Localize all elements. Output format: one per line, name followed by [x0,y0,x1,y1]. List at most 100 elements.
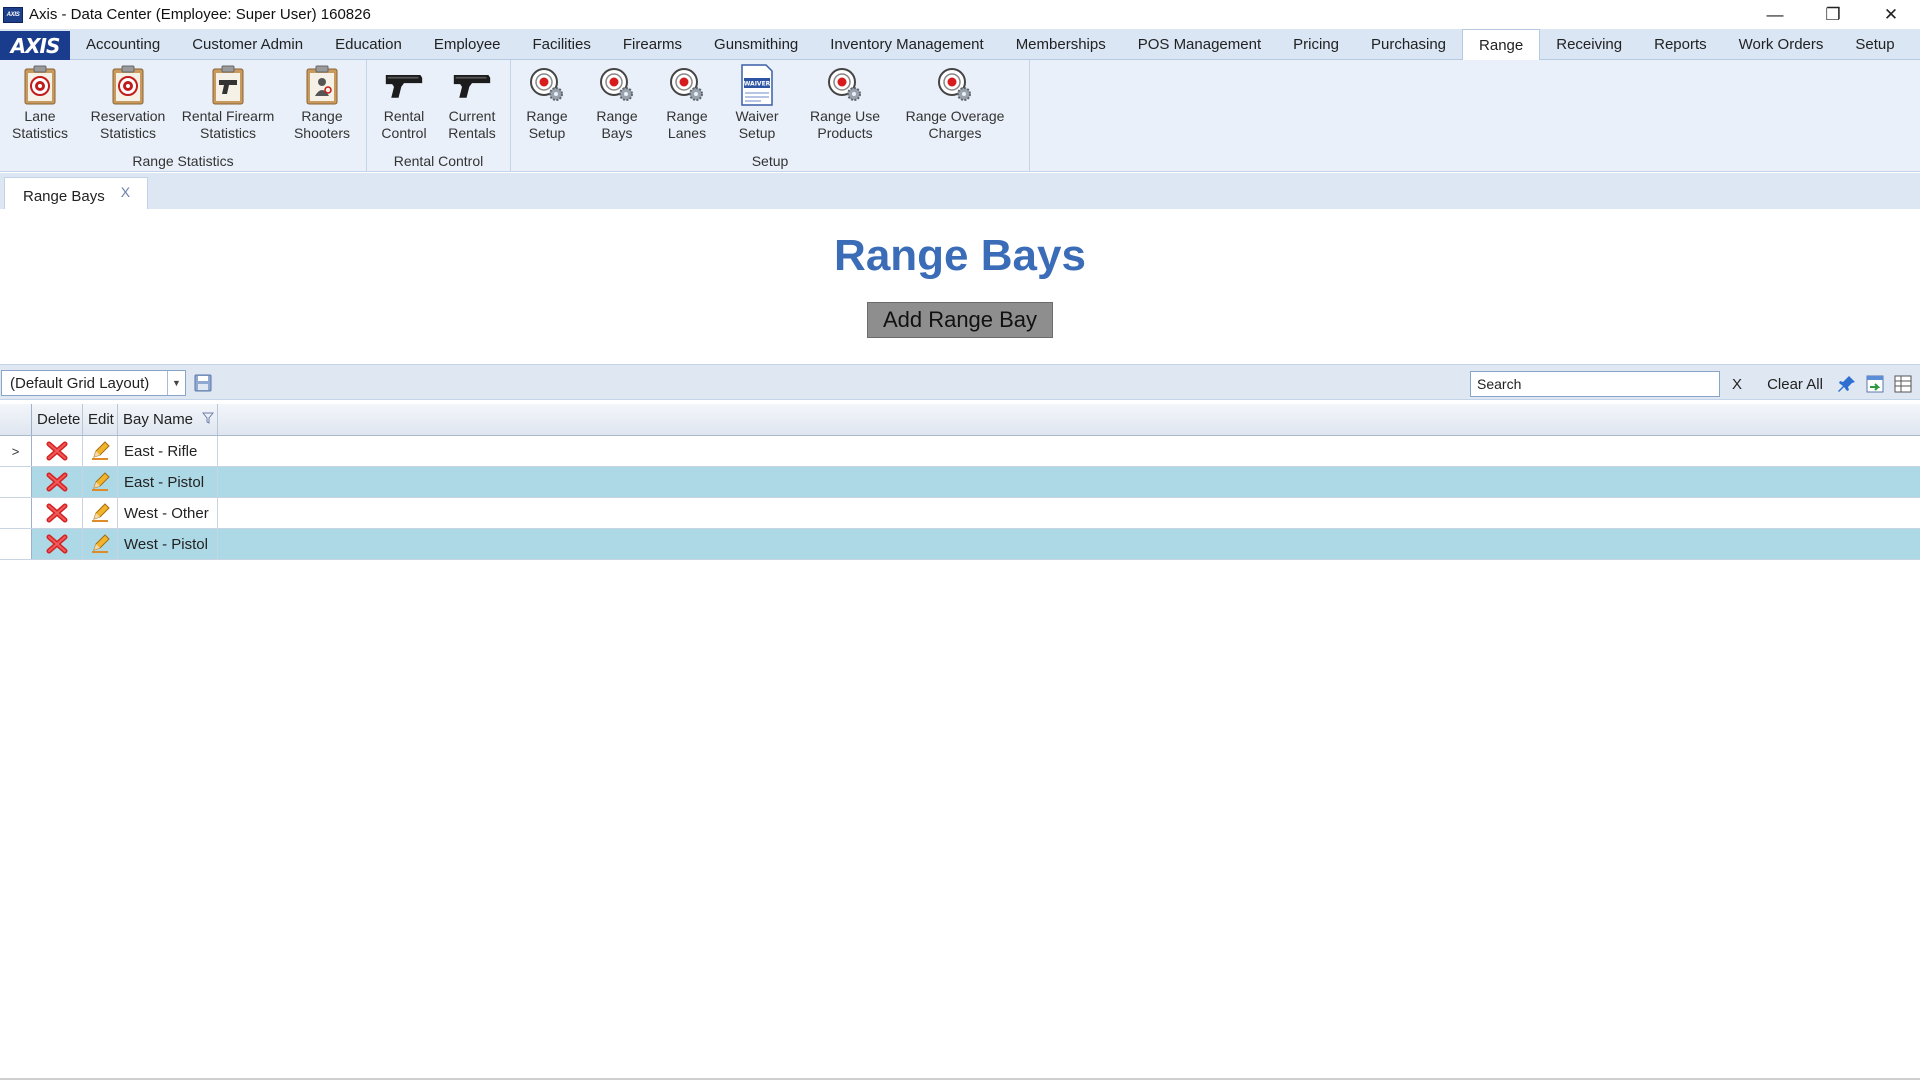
minimize-button[interactable]: — [1746,0,1804,29]
column-header-delete[interactable]: Delete [32,404,83,435]
ribbon-group-label: Setup [751,153,789,169]
ribbon-label: Rental Firearm [181,108,275,124]
table-row[interactable]: East - Pistol [0,467,1920,498]
row-filler [218,498,1920,528]
menu-work-orders[interactable]: Work Orders [1723,29,1840,59]
add-range-bay-button[interactable]: Add Range Bay [867,302,1053,338]
clipboard-target-icon [108,64,148,106]
bay-name-cell[interactable]: West - Other [118,498,218,528]
table-row[interactable]: West - Pistol [0,529,1920,560]
delete-icon[interactable] [32,467,83,497]
menu-receiving[interactable]: Receiving [1540,29,1638,59]
ribbon-label: Range Overage [905,108,1005,124]
menu-customer-admin[interactable]: Customer Admin [176,29,319,59]
rental-control-button[interactable]: Rental Control [371,64,437,142]
window-controls: — ❐ ✕ [1746,0,1920,29]
waiver-document-icon: WAIVER [737,64,777,106]
menu-facilities[interactable]: Facilities [517,29,607,59]
pencil-icon[interactable] [83,498,118,528]
ribbon-label: Range [596,108,638,124]
grid-layout-value: (Default Grid Layout) [10,374,150,392]
grid-toolbar: (Default Grid Layout) ▼ X Clear All [0,364,1920,400]
search-input[interactable] [1470,371,1720,397]
target-gear-icon [935,64,975,106]
lane-statistics-button[interactable]: Lane Statistics [8,64,72,142]
pencil-icon[interactable] [83,529,118,559]
tab-range-bays[interactable]: Range Bays X [4,177,148,209]
main-content: Range Bays Add Range Bay (Default Grid L… [0,209,1920,1080]
menu-firearms[interactable]: Firearms [607,29,698,59]
range-lanes-button[interactable]: Range Lanes [657,64,717,142]
range-use-products-button[interactable]: Range Use Products [805,64,885,142]
menu-memberships[interactable]: Memberships [1000,29,1122,59]
ribbon-group-rental-control: Rental Control Current Rentals Rental Co… [367,60,511,172]
row-indicator[interactable] [0,498,32,528]
ribbon-label: Rental [383,108,425,124]
close-button[interactable]: ✕ [1862,0,1920,29]
save-layout-icon[interactable] [192,372,214,394]
row-indicator[interactable]: > [0,436,32,466]
delete-icon[interactable] [32,436,83,466]
export-icon[interactable] [1864,373,1886,395]
row-indicator[interactable] [0,467,32,497]
ribbon-label: Range [301,108,343,124]
waiver-icon-text: WAIVER [744,81,771,88]
menu-employee[interactable]: Employee [418,29,517,59]
clipboard-target-icon [20,64,60,106]
row-filler [218,529,1920,559]
ribbon-label: Control [381,125,427,141]
grid-layout-select[interactable]: (Default Grid Layout) ▼ [1,370,186,396]
ribbon-label: Reservation [90,108,166,124]
table-row[interactable]: West - Other [0,498,1920,529]
ribbon-label: Charges [928,125,982,141]
menu-accounting[interactable]: Accounting [70,29,176,59]
ribbon-label: Statistics [99,125,156,141]
restore-button[interactable]: ❐ [1804,0,1862,29]
range-setup-button[interactable]: Range Setup [517,64,577,142]
bay-name-cell[interactable]: West - Pistol [118,529,218,559]
page-title: Range Bays [834,231,1086,280]
window-title: Axis - Data Center (Employee: Super User… [29,6,371,23]
clear-all-button[interactable]: Clear All [1756,371,1834,397]
current-rentals-button[interactable]: Current Rentals [439,64,505,142]
range-overage-charges-button[interactable]: Range Overage Charges [899,64,1011,142]
menu-reports[interactable]: Reports [1638,29,1723,59]
target-gear-icon [825,64,865,106]
pencil-icon[interactable] [83,436,118,466]
menu-education[interactable]: Education [319,29,418,59]
bay-name-cell[interactable]: East - Rifle [118,436,218,466]
menu-pos-management[interactable]: POS Management [1122,29,1277,59]
grid-header-filler [218,404,1920,435]
table-row[interactable]: > East - Rifle [0,436,1920,467]
column-chooser-icon[interactable] [1892,373,1914,395]
range-bays-grid: Delete Edit Bay Name > East - Rifle East… [0,404,1920,560]
rental-firearm-statistics-button[interactable]: Rental Firearm Statistics [178,64,278,142]
target-gear-icon [597,64,637,106]
column-header-edit[interactable]: Edit [83,404,118,435]
waiver-setup-button[interactable]: WAIVER Waiver Setup [727,64,787,142]
delete-icon[interactable] [32,498,83,528]
close-icon[interactable]: X [121,184,130,200]
column-header-bay-name[interactable]: Bay Name [118,404,218,435]
menu-inventory-management[interactable]: Inventory Management [814,29,999,59]
range-bays-button[interactable]: Range Bays [587,64,647,142]
row-indicator[interactable] [0,529,32,559]
menu-purchasing[interactable]: Purchasing [1355,29,1462,59]
menu-setup[interactable]: Setup [1839,29,1910,59]
chevron-down-icon[interactable]: ▼ [167,371,185,395]
ribbon-label: Setup [738,125,776,141]
menu-pricing[interactable]: Pricing [1277,29,1355,59]
menu-range[interactable]: Range [1462,29,1541,60]
filter-icon[interactable] [201,411,215,428]
pencil-icon[interactable] [83,467,118,497]
range-shooters-button[interactable]: Range Shooters [288,64,356,142]
ribbon-group-range-statistics: Lane Statistics Reservation Statistics R… [0,60,367,172]
reservation-statistics-button[interactable]: Reservation Statistics [86,64,170,142]
column-header-label: Bay Name [123,411,194,428]
ribbon-label: Setup [528,125,566,141]
pin-icon[interactable] [1836,373,1858,395]
search-clear-button[interactable]: X [1722,371,1752,397]
delete-icon[interactable] [32,529,83,559]
bay-name-cell[interactable]: East - Pistol [118,467,218,497]
menu-gunsmithing[interactable]: Gunsmithing [698,29,814,59]
